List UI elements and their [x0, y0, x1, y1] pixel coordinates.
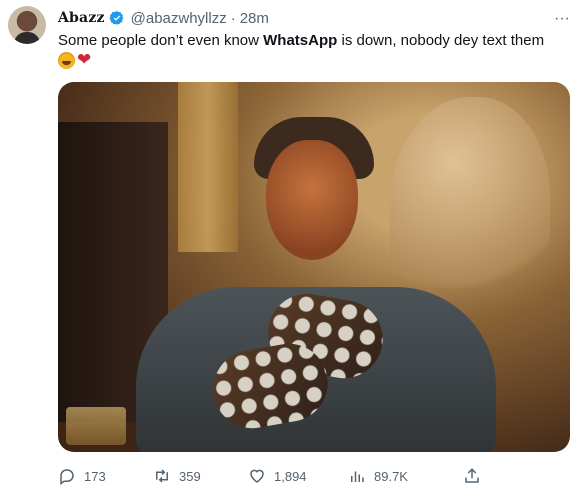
tweet-header: Abazz @abazwhyllzz · 28m — [58, 8, 269, 28]
share-button[interactable] — [463, 467, 481, 485]
tweet-text-part: is down, nobody dey text them — [337, 32, 545, 49]
background-pillar — [178, 82, 238, 252]
tweet-text-part: Some people don’t even know — [58, 32, 264, 49]
tweet-card[interactable]: Abazz @abazwhyllzz · 28m ··· Some people… — [0, 0, 584, 496]
glass — [66, 407, 126, 445]
views-chart-icon — [351, 471, 364, 482]
tweet-image[interactable] — [58, 82, 570, 452]
share-icon — [465, 468, 479, 483]
heart-icon — [250, 469, 264, 483]
reply-count: 173 — [84, 468, 106, 484]
like-count: 1,894 — [274, 468, 307, 484]
emoji-row — [58, 50, 94, 70]
view-count: 89.7K — [374, 468, 408, 484]
tweet-text: Some people don’t even know WhatsApp is … — [58, 31, 568, 51]
crying-face — [266, 140, 358, 260]
timestamp[interactable]: 28m — [240, 10, 269, 27]
more-options-icon[interactable]: ··· — [554, 10, 570, 28]
tweet-text-bold: WhatsApp — [263, 32, 338, 49]
background-statue — [390, 97, 550, 317]
retweet-button[interactable]: 359 — [153, 467, 201, 485]
separator-dot: · — [230, 9, 236, 27]
retweet-icon — [156, 469, 168, 483]
reply-icon — [60, 469, 74, 485]
retweet-count: 359 — [179, 468, 201, 484]
broken-heart-icon — [77, 50, 94, 70]
like-button[interactable]: 1,894 — [248, 467, 307, 485]
verified-badge-icon — [109, 11, 124, 25]
avatar[interactable] — [8, 6, 46, 44]
author-handle[interactable]: @abazwhyllzz — [131, 10, 227, 27]
face-with-tears-of-joy-icon — [58, 52, 75, 69]
avatar-shirt — [14, 32, 40, 44]
action-bar: 173 359 1,894 89.7K — [58, 466, 570, 486]
views-button[interactable]: 89.7K — [348, 467, 408, 485]
reply-button[interactable]: 173 — [58, 467, 106, 485]
author-name[interactable]: Abazz — [58, 10, 105, 26]
